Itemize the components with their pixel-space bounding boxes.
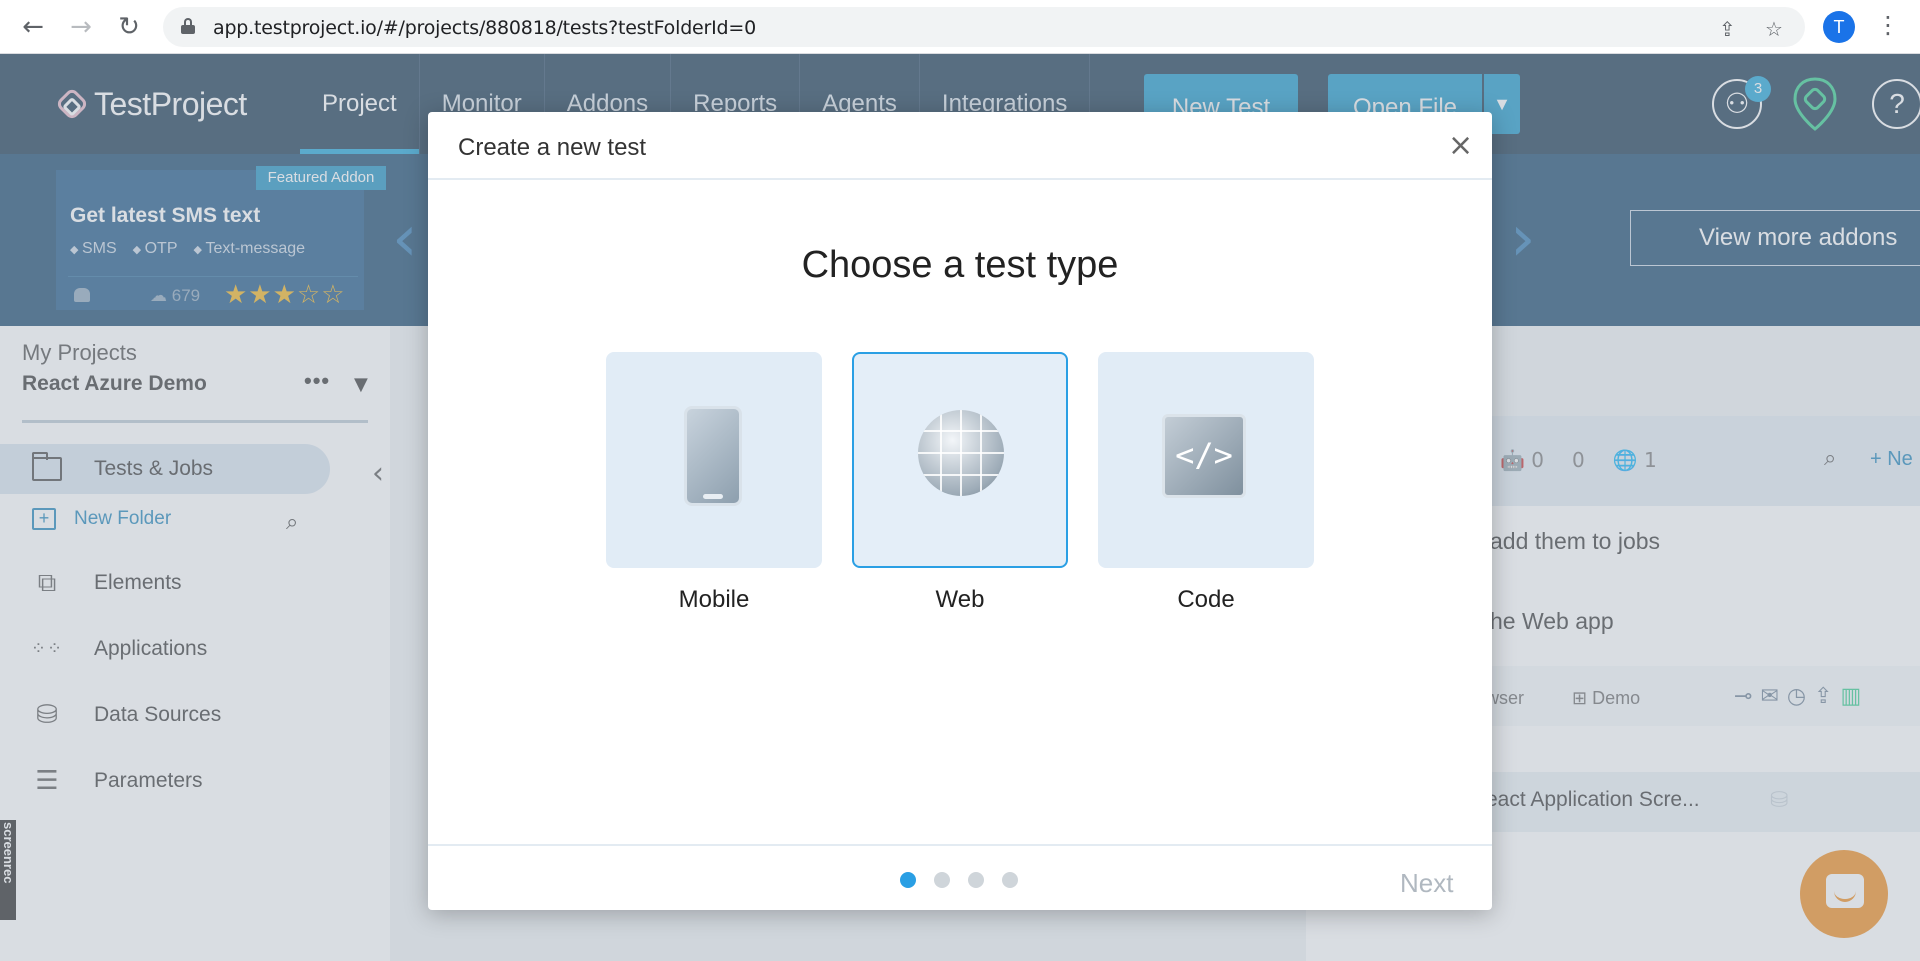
web-type-label: Web (935, 586, 985, 613)
divider (428, 844, 1492, 846)
mobile-type-card[interactable] (606, 352, 822, 568)
forward-button[interactable]: → (66, 12, 96, 42)
globe-icon (918, 410, 1004, 496)
close-icon[interactable]: × (1448, 128, 1473, 163)
web-type-card[interactable] (852, 352, 1068, 568)
back-button[interactable]: ← (18, 12, 48, 42)
step-indicator (900, 872, 1018, 888)
url-text[interactable]: app.testproject.io/#/projects/880818/tes… (213, 17, 756, 39)
address-bar[interactable]: app.testproject.io/#/projects/880818/tes… (163, 7, 1805, 47)
create-test-modal: Create a new test × Choose a test type M… (428, 112, 1492, 910)
reload-button[interactable]: ↻ (114, 12, 144, 42)
lock-icon (181, 18, 195, 34)
star-icon[interactable]: ☆ (1765, 17, 1783, 41)
mobile-type-label: Mobile (678, 586, 750, 613)
step-dot (1002, 872, 1018, 888)
step-dot (934, 872, 950, 888)
step-dot-active (900, 872, 916, 888)
next-button[interactable]: Next (1400, 868, 1453, 899)
modal-heading: Choose a test type (801, 244, 1119, 286)
step-dot (968, 872, 984, 888)
profile-avatar[interactable]: T (1823, 11, 1855, 43)
code-type-card[interactable]: </> (1098, 352, 1314, 568)
browser-toolbar: ← → ↻ app.testproject.io/#/projects/8808… (0, 0, 1920, 54)
browser-menu-icon[interactable]: ⋮ (1876, 10, 1900, 40)
share-icon[interactable]: ⇪ (1719, 17, 1736, 41)
code-type-label: Code (1177, 586, 1235, 613)
code-icon: </> (1162, 414, 1246, 498)
divider (428, 178, 1492, 180)
mobile-icon (684, 406, 742, 506)
modal-title: Create a new test (458, 134, 647, 161)
